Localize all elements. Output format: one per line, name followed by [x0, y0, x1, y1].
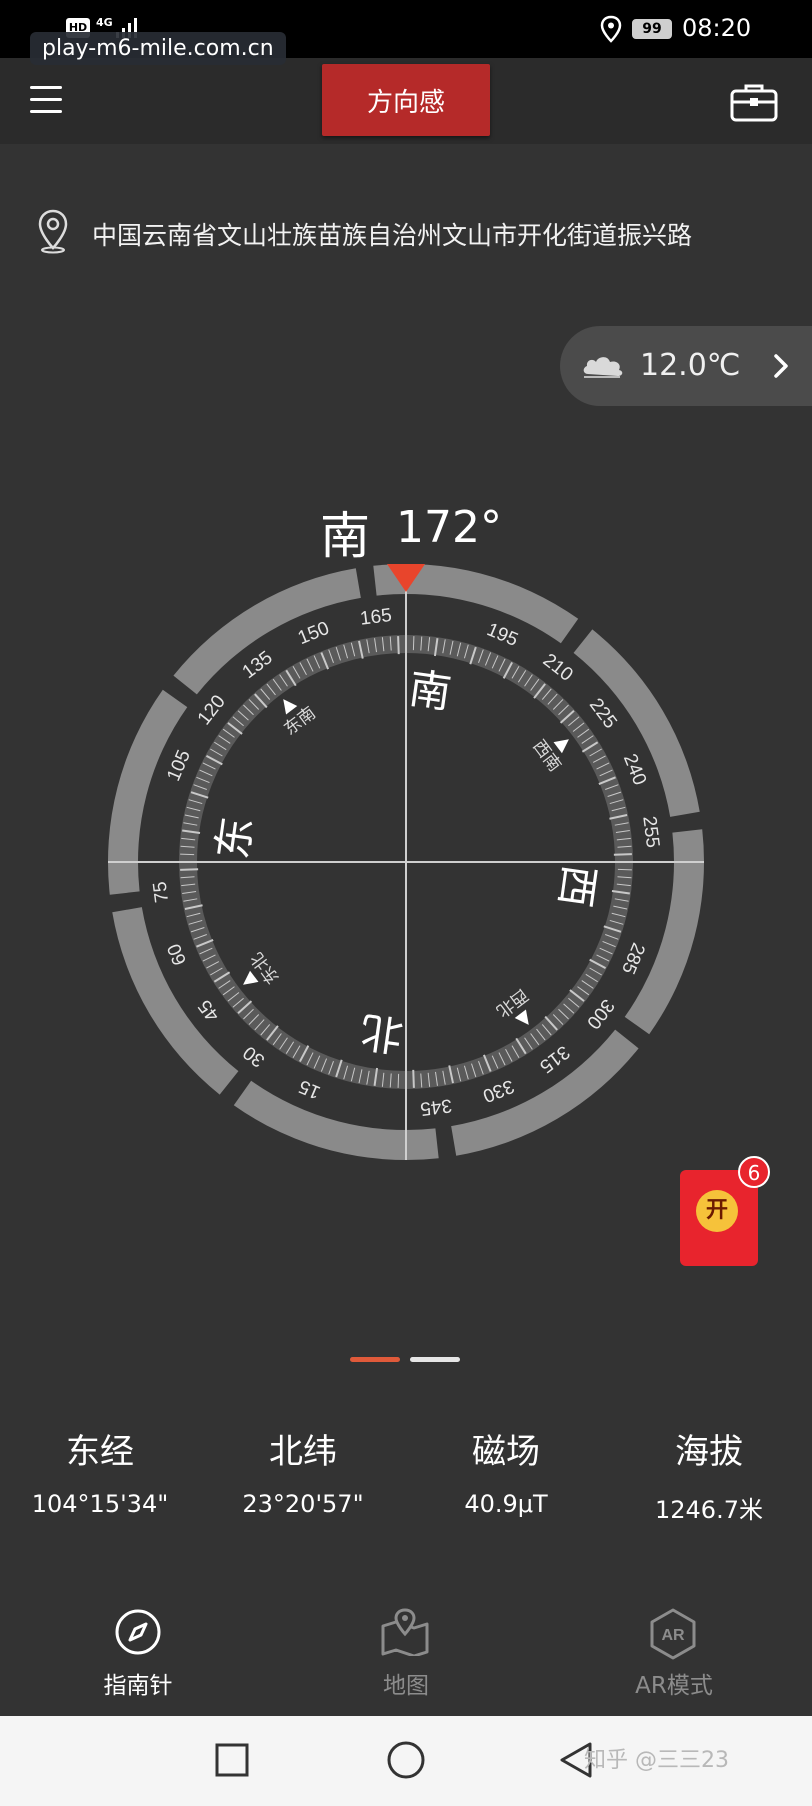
outer-ring-segment: [233, 1080, 439, 1160]
url-watermark: play-m6-mile.com.cn: [30, 32, 286, 65]
degree-label: 15: [296, 1075, 324, 1103]
map-icon[interactable]: [380, 1608, 430, 1656]
temperature: 12.0℃: [640, 348, 741, 383]
cloud-icon: [583, 357, 623, 378]
red-packet-coin: 开: [696, 1190, 738, 1232]
degree-label: 165: [359, 605, 393, 630]
heading-degrees: 172°: [396, 502, 502, 553]
compass-icon[interactable]: [114, 1608, 162, 1656]
outer-ring-segment: [573, 629, 700, 817]
degree-label: 285: [617, 940, 649, 977]
compass-dial: 15 30 45 60 75 105 120135 150 165 195 210225 240 255…: [107, 564, 704, 1160]
menu-icon-bar: [30, 98, 62, 101]
tick-mark: [397, 636, 400, 655]
clock: 08:20: [682, 14, 752, 42]
degree-label: 225: [585, 695, 621, 733]
nav-label-map[interactable]: 地图: [326, 1666, 486, 1700]
magnetic-field-label: 磁场: [472, 1432, 540, 1472]
menu-icon-bar: [30, 110, 62, 113]
direction-marker: [514, 1009, 529, 1025]
page-indicator-active[interactable]: [350, 1357, 400, 1362]
degree-label: 300: [582, 995, 618, 1033]
nav-label-ar[interactable]: AR模式: [594, 1666, 754, 1700]
menu-icon: [30, 86, 62, 89]
longitude-value: 104°15'34": [31, 1490, 169, 1518]
toolbox-icon[interactable]: [730, 82, 778, 122]
outer-ring-segment: [624, 829, 704, 1035]
network-type: 4G: [96, 16, 113, 29]
latitude-label: 北纬: [269, 1432, 337, 1472]
degree-label: 210: [539, 650, 577, 686]
direction-marker: [283, 699, 298, 715]
nav-label-compass[interactable]: 指南针: [58, 1666, 218, 1700]
degree-label: 75: [150, 880, 173, 904]
outer-ring-segment: [112, 907, 239, 1095]
tick-mark: [412, 1069, 415, 1088]
home-icon[interactable]: [386, 1740, 426, 1780]
location-address: 中国云南省文山壮族苗族自治州文山市开化街道振兴路: [92, 221, 693, 250]
longitude-label: 东经: [66, 1432, 134, 1472]
red-packet-badge: 6: [738, 1156, 770, 1188]
tick-mark: [613, 853, 632, 856]
degree-label: 330: [480, 1075, 517, 1106]
degree-label: 120: [194, 691, 230, 729]
outer-ring-segment: [451, 1029, 639, 1156]
cardinal-label: 南: [406, 663, 454, 717]
tick-mark: [180, 868, 199, 871]
ar-icon[interactable]: AR: [648, 1608, 698, 1660]
ar-icon-text: AR: [661, 1627, 685, 1644]
location-status-icon: [600, 15, 622, 43]
latitude-value: 23°20'57": [242, 1490, 364, 1518]
degree-label: 60: [164, 941, 191, 968]
altitude-label: 海拔: [675, 1432, 743, 1472]
outer-ring-segment: [107, 689, 188, 895]
degree-label: 315: [535, 1041, 573, 1077]
degree-label: 240: [619, 751, 650, 788]
altitude-value: 1246.7米: [655, 1496, 763, 1524]
direction-marker: [553, 739, 569, 754]
outer-ring-segment: [173, 568, 361, 695]
degree-label: 195: [484, 619, 521, 651]
page-indicator[interactable]: [410, 1357, 460, 1362]
degree-label: 255: [638, 815, 663, 849]
cardinal-label: 北: [358, 1006, 406, 1060]
degree-label: 150: [295, 618, 332, 649]
page-title-tab[interactable]: 方向感: [322, 64, 490, 136]
degree-label: 135: [239, 647, 277, 683]
chevron-right-icon: [774, 354, 788, 378]
bottom-watermark: 知乎 @三三23: [584, 1748, 729, 1773]
direction-marker: [243, 970, 259, 985]
battery-icon: 99: [632, 19, 672, 39]
menu-button[interactable]: [30, 84, 64, 116]
cardinal-label: 东: [207, 814, 261, 862]
magnetic-field-value: 40.9μT: [464, 1490, 548, 1518]
location-pin-icon: [38, 209, 68, 254]
cardinal-label: 西: [550, 862, 604, 910]
degree-label: 45: [194, 996, 223, 1026]
degree-label: 30: [239, 1041, 269, 1071]
recents-icon[interactable]: [214, 1742, 250, 1778]
degree-label: 105: [163, 747, 195, 784]
degree-label: 345: [419, 1094, 453, 1119]
